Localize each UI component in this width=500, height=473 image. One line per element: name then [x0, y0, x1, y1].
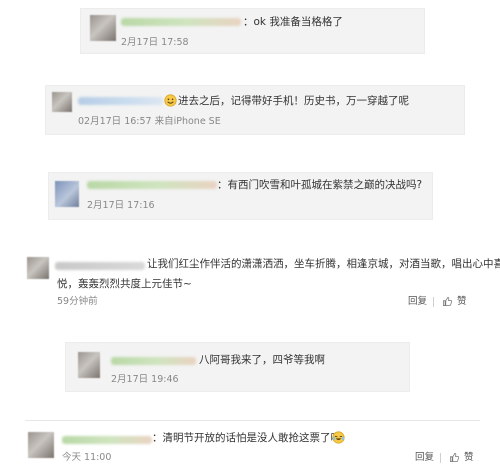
comment-thread: ：ok 我准备当格格了 2月17日 17:58 进去之后，记得带好手机！历史书，… [0, 0, 500, 473]
comment-timestamp: 59分钟前 [57, 296, 98, 307]
comment-timestamp: 2月17日 19:46 [111, 374, 179, 385]
comment-text-line2: 悦，轰轰烈烈共度上元佳节~ [57, 278, 192, 290]
username-blurred[interactable] [62, 436, 152, 444]
avatar[interactable] [28, 432, 54, 458]
username-blurred[interactable] [87, 181, 217, 189]
action-separator [440, 453, 441, 463]
avatar[interactable] [52, 92, 72, 112]
reply-button[interactable]: 回复 [408, 296, 427, 308]
action-separator [433, 297, 434, 307]
username-blurred[interactable] [78, 97, 163, 105]
avatar[interactable] [27, 257, 49, 279]
comment-timestamp: 02月17日 16:57 来自iPhone SE [78, 116, 221, 127]
comment-text: ：ok 我准备当格格了 [243, 16, 343, 28]
comment-text: 八阿哥我来了，四爷等我啊 [199, 354, 325, 366]
comment-timestamp: 2月17日 17:58 [121, 37, 189, 48]
comment-text: ：有西门吹雪和叶孤城在紫禁之巅的决战吗? [217, 179, 423, 191]
reply-card: 进去之后，记得带好手机！历史书，万一穿越了呢 02月17日 16:57 来自iP… [45, 85, 465, 135]
divider [25, 420, 480, 421]
comment-text: ：清明节开放的话怕是没人敢抢这票了吧 [152, 432, 341, 444]
username-blurred[interactable] [111, 357, 196, 365]
thumbs-up-icon[interactable] [449, 452, 460, 463]
avatar[interactable] [78, 352, 100, 378]
comment-timestamp: 2月17日 17:16 [87, 200, 155, 211]
thumbs-up-icon[interactable] [442, 296, 453, 307]
reply-card: 八阿哥我来了，四爷等我啊 2月17日 19:46 [65, 342, 410, 392]
comment-text: 进去之后，记得带好手机！历史书，万一穿越了呢 [178, 95, 409, 107]
username-blurred[interactable] [121, 18, 241, 26]
username-blurred[interactable] [55, 262, 145, 270]
comment-text-line1: 让我们红尘作伴活的潇潇洒洒，坐车折腾，相逢京城，对酒当歌，唱出心中喜 [147, 258, 500, 270]
smiley-icon [164, 94, 177, 107]
reply-card: ：ok 我准备当格格了 2月17日 17:58 [80, 8, 425, 54]
reply-card: ：有西门吹雪和叶孤城在紫禁之巅的决战吗? 2月17日 17:16 [48, 172, 433, 220]
like-button[interactable]: 赞 [457, 296, 467, 308]
like-button[interactable]: 赞 [464, 452, 474, 464]
comment-timestamp: 今天 11:00 [62, 452, 112, 463]
laughing-crying-icon [332, 431, 345, 444]
avatar[interactable] [90, 15, 116, 41]
avatar[interactable] [55, 181, 79, 207]
reply-button[interactable]: 回复 [415, 452, 434, 464]
